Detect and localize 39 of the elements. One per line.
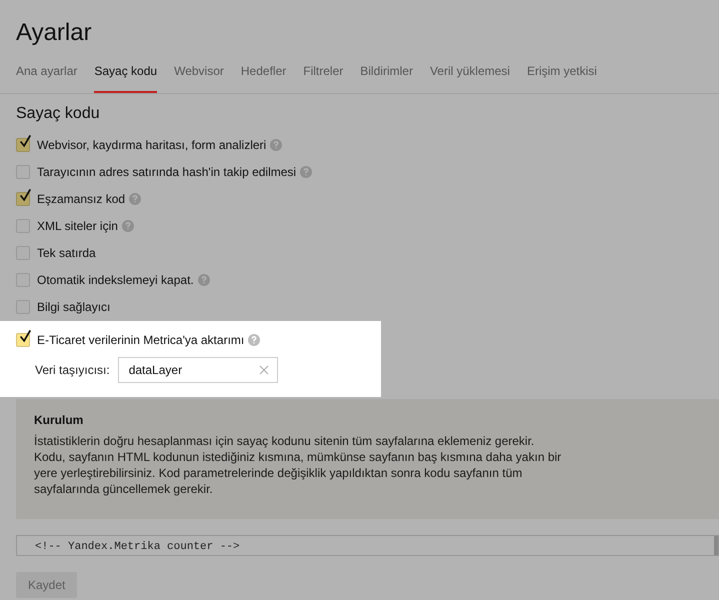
info-text: İstatistiklerin doğru hesaplanması için sayaç kodunu sitenin tüm sayfalarına eklemeniz gerekir. Kodu, sayfanın HTML kodunun istediğiniz kısmına, mümkünse sayfanın baş kısmına daha yakın bir yere yerleştirebilirsiniz. Kod parametrelerinde değişiklik yapıldıktan sonra kodu sayfanın tüm sayfalarında güncellemek gerekir. (34, 433, 562, 497)
code-box[interactable]: <!-- Yandex.Metrika counter --> (16, 535, 719, 556)
help-icon[interactable] (300, 166, 312, 178)
option-label: Tek satırda (37, 246, 96, 260)
help-icon[interactable] (198, 274, 210, 286)
checkbox[interactable] (16, 246, 30, 260)
option-label: Bilgi sağlayıcı (37, 300, 110, 314)
option-label: Webvisor, kaydırma haritası, form analizleri (37, 138, 266, 152)
tab[interactable]: Webvisor (174, 64, 224, 93)
code-line: <!-- Yandex.Metrika counter --> (35, 541, 240, 553)
tab[interactable]: Bildirimler (360, 64, 413, 93)
tab[interactable]: Sayaç kodu (94, 64, 158, 93)
tab[interactable]: Filtreler (303, 64, 344, 93)
help-icon[interactable] (129, 192, 142, 204)
tab[interactable]: Hedefler (240, 64, 286, 93)
tab[interactable]: Veril yüklemesi (430, 64, 510, 93)
checkbox[interactable] (16, 272, 30, 286)
input-field[interactable]: dataLayer (118, 357, 278, 383)
field-label: Veri taşıyıcısı: (35, 363, 110, 377)
tab[interactable]: Erişim yetkisi (526, 64, 597, 93)
option-label: XML siteler için (37, 218, 118, 232)
checkbox[interactable] (16, 164, 30, 178)
info-title: Kurulum (34, 413, 84, 427)
checkbox[interactable] (16, 218, 30, 232)
checkbox[interactable] (16, 332, 30, 346)
option-label: Tarayıcının adres satırında hash'in takip edilmesi (37, 164, 296, 178)
tab[interactable]: Ana ayarlar (16, 64, 78, 93)
help-icon[interactable] (122, 220, 134, 232)
checkbox[interactable] (16, 300, 30, 314)
checkbox[interactable] (16, 192, 30, 206)
help-icon[interactable] (270, 138, 282, 150)
option-label: Eşzamansız kod (37, 192, 126, 206)
page-title: Ayarlar (16, 18, 93, 48)
close-icon[interactable] (258, 365, 269, 375)
option-label: E-Ticaret verilerinin Metrica'ya aktarımı (37, 332, 244, 346)
checkbox[interactable] (16, 138, 30, 152)
option-label: Otomatik indekslemeyi kapat. (37, 272, 194, 286)
section-title: Sayaç kodu (16, 104, 101, 124)
help-icon[interactable] (248, 334, 260, 346)
